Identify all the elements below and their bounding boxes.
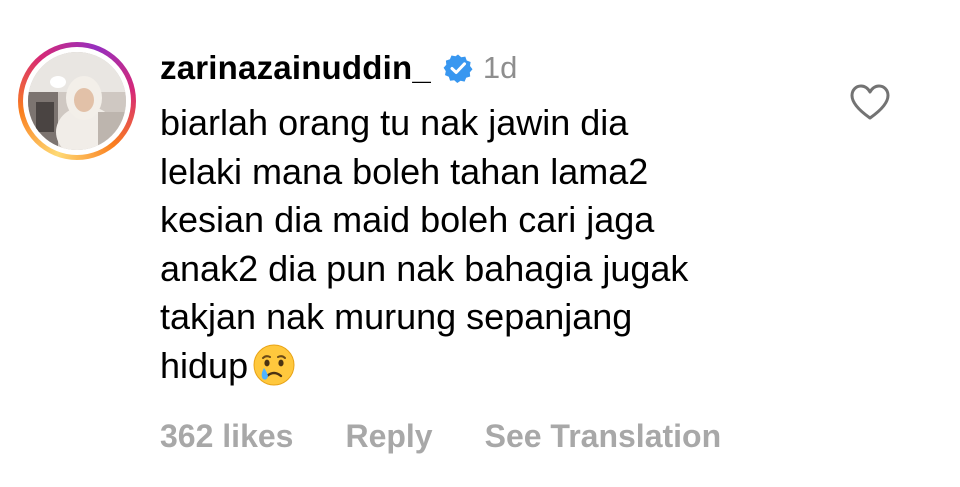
username[interactable]: zarinazainuddin_ [160,49,431,87]
avatar[interactable] [28,52,126,150]
comment-line: lelaki mana boleh tahan lama2 [160,150,649,192]
comment-line: anak2 dia pun nak bahagia jugak [160,247,689,289]
heart-outline-icon[interactable] [848,82,892,122]
story-ring[interactable] [18,42,136,160]
comment-header: zarinazainuddin_ 1d [160,44,517,92]
comment-text: biarlah orang tu nak jawin dia lelaki ma… [160,99,810,390]
comment-line: hidup [160,344,249,386]
verified-badge-icon [443,53,473,83]
see-translation-button[interactable]: See Translation [485,418,722,455]
likes-count-button[interactable]: 362 likes [160,418,293,455]
comment-line: kesian dia maid boleh cari jaga [160,199,655,240]
comment-line: takjan nak murung sepanjang [160,296,633,337]
comment-actions: 362 likes Reply See Translation [160,412,721,460]
avatar-gap [23,47,131,155]
comment-last-line: hidup [160,342,810,391]
timestamp: 1d [482,50,518,85]
comment: zarinazainuddin_ 1d biarlah orang tu nak… [0,0,960,487]
comment-line: biarlah orang tu nak jawin dia [160,102,629,143]
reply-button[interactable]: Reply [345,418,432,455]
crying-face-icon [252,343,296,387]
